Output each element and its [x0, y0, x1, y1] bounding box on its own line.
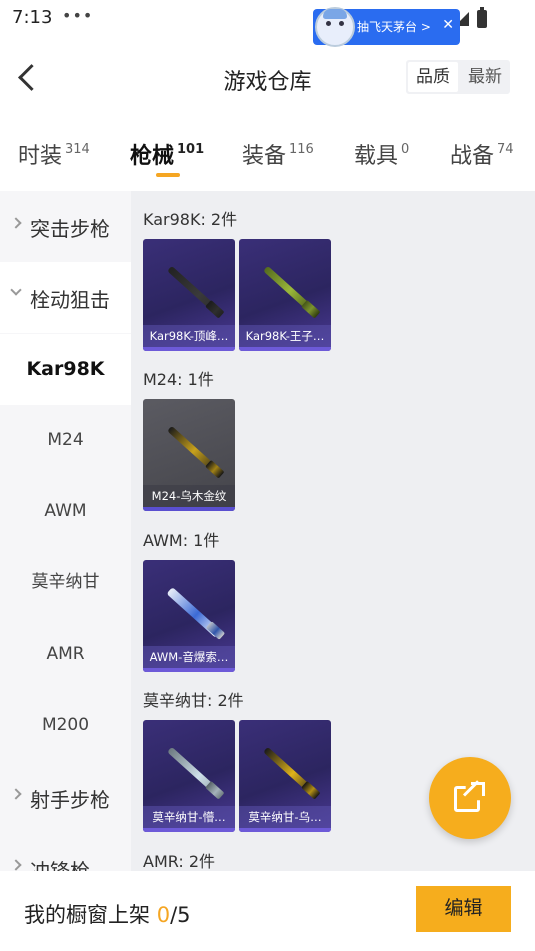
promo-avatar [315, 7, 355, 47]
section-title: Kar98K: 2件 [143, 210, 238, 229]
sidebar-item-awm[interactable]: AWM [0, 476, 131, 547]
battery-icon [477, 7, 487, 28]
sidebar-group-label: 射手步枪 [30, 788, 110, 812]
sidebar-group-bolt[interactable]: 栓动狙击 [0, 262, 131, 333]
tab-vehicles[interactable]: 载具 0 [354, 138, 409, 170]
tab-label: 战备 [450, 144, 495, 169]
item-card[interactable]: Kar98K-王子… [239, 239, 331, 351]
sidebar-item-m24[interactable]: M24 [0, 405, 131, 476]
rifle-image [166, 587, 222, 638]
sidebar-group-label: 栓动狙击 [30, 288, 110, 312]
sidebar-group-label: 冲锋枪 [30, 859, 90, 871]
section-title: M24: 1件 [143, 370, 214, 389]
rarity-bar [143, 828, 235, 832]
tab-label: 装备 [242, 144, 287, 169]
chevron-right-icon [10, 788, 22, 800]
tab-label: 载具 [354, 144, 399, 169]
chevron-right-icon [10, 859, 22, 871]
sidebar: 突击步枪 栓动狙击 Kar98K M24 AWM 莫辛纳甘 AMR M200 射… [0, 191, 131, 871]
sidebar-group-marksman[interactable]: 射手步枪 [0, 762, 131, 833]
rifle-image [167, 425, 221, 476]
sidebar-item-amr[interactable]: AMR [0, 619, 131, 690]
sort-quality-button[interactable]: 品质 [408, 62, 458, 92]
tab-guns[interactable]: 枪械 101 [130, 138, 204, 170]
status-icons [455, 7, 495, 28]
rarity-bar [239, 347, 331, 351]
bottom-bar: 我的橱窗上架 0/5 编辑 [0, 871, 535, 951]
tab-count: 74 [497, 142, 514, 157]
sidebar-group-smg[interactable]: 冲锋枪 [0, 833, 131, 871]
item-card[interactable]: Kar98K-顶峰… [143, 239, 235, 351]
share-button[interactable] [429, 757, 511, 839]
sidebar-item-kar98k[interactable]: Kar98K [0, 334, 131, 405]
showcase-status: 我的橱窗上架 0/5 [24, 899, 191, 929]
sidebar-item-mosin[interactable]: 莫辛纳甘 [0, 547, 131, 618]
edit-button[interactable]: 编辑 [416, 886, 511, 932]
section-title: 莫辛纳甘: 2件 [143, 691, 244, 710]
rifle-image [263, 265, 317, 316]
item-name: Kar98K-王子… [239, 325, 331, 347]
sort-latest-button[interactable]: 最新 [460, 62, 510, 92]
tab-equipment[interactable]: 装备 116 [242, 138, 314, 170]
tab-active-indicator [156, 173, 180, 177]
tab-label: 时装 [18, 144, 63, 169]
chevron-down-icon [10, 284, 22, 296]
chevron-right-icon [10, 217, 22, 229]
item-name: 莫辛纳甘-乌… [239, 806, 331, 828]
promo-banner[interactable]: 抽飞天茅台 > ✕ [313, 7, 460, 47]
close-icon[interactable]: ✕ [442, 17, 454, 33]
sidebar-item-m200[interactable]: M200 [0, 690, 131, 761]
item-card[interactable]: 莫辛纳甘-乌… [239, 720, 331, 832]
status-dots: ••• [62, 6, 94, 25]
rarity-bar [239, 828, 331, 832]
section-title: AWM: 1件 [143, 531, 220, 550]
sort-toggle: 品质 最新 [406, 60, 510, 94]
section-title: AMR: 2件 [143, 852, 216, 871]
promo-text[interactable]: 抽飞天茅台 > [357, 18, 431, 35]
sidebar-group-assault[interactable]: 突击步枪 [0, 191, 131, 262]
tab-label: 枪械 [130, 144, 175, 169]
item-name: Kar98K-顶峰… [143, 325, 235, 347]
item-card[interactable]: 莫辛纳甘-懵… [143, 720, 235, 832]
item-name: M24-乌木金纹 [143, 485, 235, 507]
rifle-image [167, 265, 221, 316]
tab-count: 314 [65, 142, 90, 157]
item-card[interactable]: M24-乌木金纹 [143, 399, 235, 511]
item-name: 莫辛纳甘-懵… [143, 806, 235, 828]
header: 游戏仓库 品质 最新 [0, 48, 535, 108]
tab-count: 101 [177, 142, 205, 157]
tab-count: 116 [289, 142, 314, 157]
rifle-image [167, 746, 221, 797]
share-icon [454, 780, 486, 814]
showcase-label: 我的橱窗上架 [24, 903, 157, 927]
tab-count: 0 [401, 142, 410, 157]
item-name: AWM-音爆索… [143, 646, 235, 668]
rifle-image [263, 746, 317, 797]
rarity-bar [143, 668, 235, 672]
rarity-bar [143, 507, 235, 511]
status-time: 7:13 [12, 7, 53, 28]
category-tabs: 时装 314 枪械 101 装备 116 载具 0 战备 74 [0, 128, 535, 182]
showcase-total: /5 [170, 903, 191, 927]
item-card[interactable]: AWM-音爆索… [143, 560, 235, 672]
tab-fashion[interactable]: 时装 314 [18, 138, 90, 170]
tab-supplies[interactable]: 战备 74 [450, 138, 514, 170]
showcase-current: 0 [156, 903, 171, 927]
rarity-bar [143, 347, 235, 351]
sidebar-group-label: 突击步枪 [30, 217, 110, 241]
